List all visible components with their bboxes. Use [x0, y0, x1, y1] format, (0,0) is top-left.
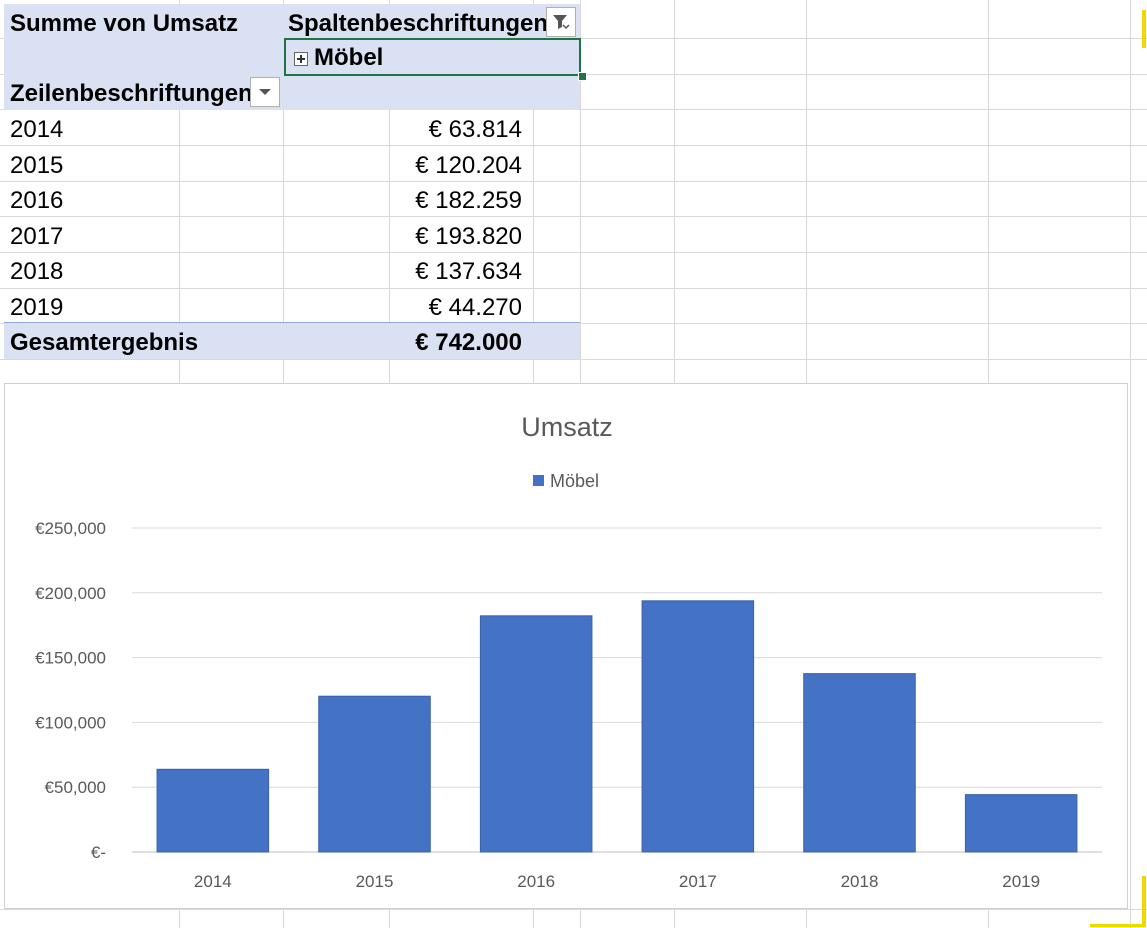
pivot-row-year[interactable]: 2018	[10, 258, 63, 286]
row-filter-button[interactable]	[250, 77, 280, 107]
x-tick-label: 2019	[1002, 872, 1040, 891]
y-tick-label: €200,000	[35, 584, 106, 603]
pivot-total-label[interactable]: Gesamtergebnis	[10, 329, 198, 357]
pivot-chart[interactable]: Umsatz Möbel €- €50,000 €100,000 €150,000 €200…	[4, 383, 1128, 909]
x-tick-label: 2016	[517, 872, 555, 891]
pivot-row-value[interactable]: € 44.270	[334, 294, 522, 322]
pivot-row-value[interactable]: € 182.259	[334, 187, 522, 215]
filter-funnel-icon	[553, 15, 570, 30]
y-tick-label: €-	[91, 843, 106, 862]
pivot-row-value[interactable]: € 193.820	[334, 223, 522, 251]
scroll-marker	[1142, 876, 1146, 926]
chart-title: Umsatz	[521, 412, 613, 442]
bar-2017	[641, 600, 755, 853]
x-tick-label: 2015	[356, 872, 394, 891]
grid-line	[0, 288, 1147, 289]
grid-line	[0, 252, 1147, 253]
grid-line	[0, 145, 1147, 146]
pivot-row-labels[interactable]: Zeilenbeschriftungen	[10, 80, 253, 108]
legend-label: Möbel	[550, 471, 599, 491]
bar-2015	[318, 695, 431, 853]
column-filter-button[interactable]	[546, 7, 576, 37]
pivot-row-year[interactable]: 2019	[10, 294, 63, 322]
pivot-row-year[interactable]: 2017	[10, 223, 63, 251]
x-tick-label: 2017	[679, 872, 717, 891]
pivot-row-value[interactable]: € 120.204	[334, 152, 522, 180]
scroll-marker	[1090, 924, 1146, 927]
pivot-total-value[interactable]: € 742.000	[334, 329, 522, 357]
grid-line	[0, 909, 1147, 910]
scroll-marker	[1142, 10, 1146, 48]
pivot-row-year[interactable]: 2016	[10, 187, 63, 215]
pivot-row-value[interactable]: € 63.814	[334, 116, 522, 144]
x-tick-label: 2018	[841, 872, 879, 891]
y-tick-label: €50,000	[45, 778, 106, 797]
grid-line	[0, 216, 1147, 217]
grid-line	[0, 181, 1147, 182]
chevron-down-icon	[259, 89, 271, 95]
pivot-column-labels[interactable]: Spaltenbeschriftungen	[288, 10, 548, 38]
pivot-row-value[interactable]: € 137.634	[334, 258, 522, 286]
grid-line	[1130, 0, 1131, 928]
fill-handle[interactable]	[578, 72, 587, 81]
pivot-row-year[interactable]: 2015	[10, 152, 63, 180]
pivot-column-item-label: Möbel	[314, 44, 384, 71]
bar-2016	[479, 615, 593, 853]
x-tick-label: 2014	[194, 872, 232, 891]
bar-2019	[964, 794, 1078, 853]
expand-icon[interactable]	[294, 51, 308, 66]
grid-line	[0, 359, 1147, 360]
pivot-value-field[interactable]: Summe von Umsatz	[10, 10, 238, 38]
bar-2018	[803, 673, 916, 853]
y-tick-label: €250,000	[35, 519, 106, 538]
y-tick-label: €100,000	[35, 713, 106, 732]
chart-canvas: Umsatz Möbel €- €50,000 €100,000 €150,000 €200…	[35, 412, 1102, 891]
legend-swatch	[533, 475, 544, 486]
pivot-row-year[interactable]: 2014	[10, 116, 63, 144]
pivot-column-item[interactable]: Möbel	[294, 44, 383, 72]
y-tick-label: €150,000	[35, 649, 106, 668]
bar-2014	[156, 768, 270, 853]
